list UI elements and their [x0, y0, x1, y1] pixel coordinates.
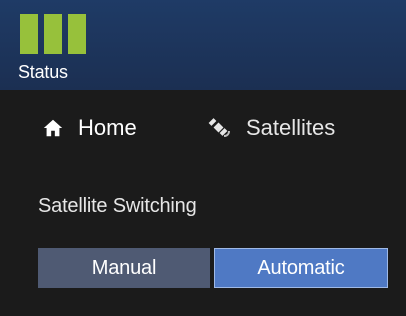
- manual-button[interactable]: Manual: [38, 248, 210, 288]
- status-bars-icon: [20, 14, 86, 54]
- satellite-switching-toggle: Manual Automatic: [38, 248, 388, 288]
- automatic-button[interactable]: Automatic: [214, 248, 388, 288]
- status-label: Status: [18, 62, 68, 82]
- nav-item-satellites[interactable]: Satellites: [206, 112, 335, 144]
- nav-item-satellites-label: Satellites: [246, 115, 336, 140]
- home-icon: [43, 119, 63, 137]
- nav-item-home[interactable]: Home: [42, 112, 137, 144]
- nav-item-home-label: Home: [78, 115, 137, 140]
- satellite-icon: [208, 118, 230, 137]
- top-bar: Status: [0, 0, 406, 90]
- nav-bar: Home Satellites: [0, 90, 406, 168]
- status-button[interactable]: Status: [0, 0, 95, 90]
- section-title: Satellite Switching: [38, 195, 197, 217]
